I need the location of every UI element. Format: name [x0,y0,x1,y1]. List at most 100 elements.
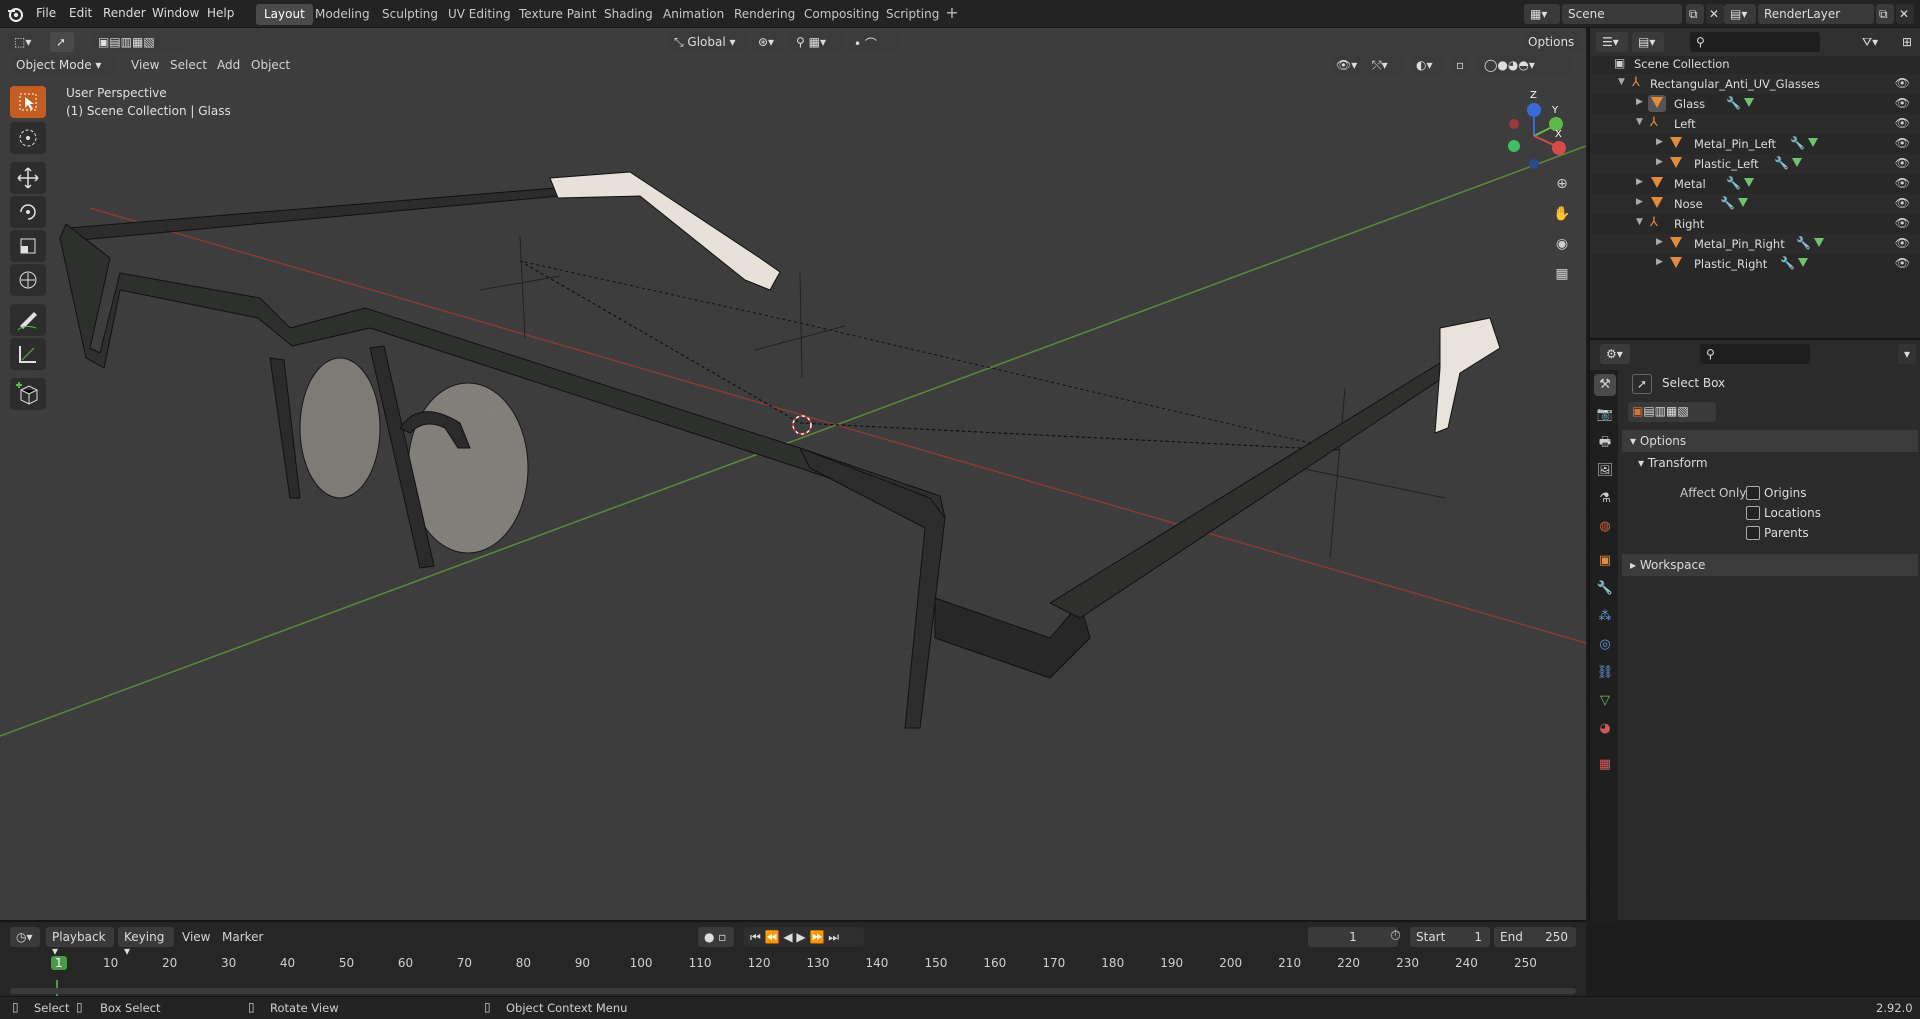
expand-arrow-icon[interactable]: ▶ [1656,237,1663,247]
output-tab-icon[interactable]: 🖶 [1594,432,1616,454]
overlay-toggle-icon[interactable]: ◐▾ [1410,55,1446,75]
visibility-eye-icon[interactable]: 👁 [1895,76,1910,90]
expand-arrow-icon[interactable]: ▶ [1636,97,1643,107]
options-panel-header[interactable]: ▾ Options [1622,430,1918,452]
menu-view[interactable]: View [131,58,159,72]
visibility-eye-icon[interactable]: 👁 [1895,236,1910,250]
tab-compositing[interactable]: Compositing [796,4,887,25]
visibility-eye-icon[interactable]: 👁 [1895,256,1910,270]
tab-texture-paint[interactable]: Texture Paint [511,4,604,25]
menu-help[interactable]: Help [207,6,234,20]
mesh-data-icon[interactable] [1744,98,1754,107]
outliner-row-right[interactable]: ▼ ⅄ Right 👁 [1590,214,1920,234]
modifier-wrench-icon[interactable]: 🔧 [1726,96,1741,110]
modifier-wrench-icon[interactable]: 🔧 [1726,176,1741,190]
object-mode-select[interactable]: Object Mode ▾ [10,55,118,75]
tool-scale[interactable] [10,230,46,262]
expand-arrow-icon[interactable]: ▶ [1636,197,1643,207]
mesh-data-icon[interactable] [1814,238,1824,247]
expand-arrow-icon[interactable]: ▶ [1656,137,1663,147]
tab-animation[interactable]: Animation [655,4,732,25]
shading-mode-icons[interactable]: ◯●◕◓▾ [1478,55,1570,75]
display-mode-icon[interactable]: ▤▾ [1632,32,1664,52]
outliner-row-plastic-right[interactable]: ▶ Plastic_Right 🔧 👁 [1590,254,1920,274]
tab-uv-editing[interactable]: UV Editing [440,4,519,25]
scene-copy-icon[interactable]: ⧉ [1686,4,1704,24]
transform-subpanel-header[interactable]: ▾ Transform [1638,456,1708,470]
origins-checkbox[interactable] [1746,486,1760,500]
visibility-eye-icon[interactable]: 👁 [1895,196,1910,210]
physics-tab-icon[interactable]: ◎ [1594,634,1616,656]
editor-type-icon[interactable]: ⬚▾ [8,32,40,52]
tool-cursor[interactable] [10,122,46,154]
menu-object[interactable]: Object [251,58,290,72]
timeline-scrollbar[interactable] [10,988,1576,994]
renderlayer-browse-icon[interactable]: ▤▾ [1724,4,1756,24]
3d-viewport[interactable]: Z Y X User Perspective (1) Scene Collect… [0,28,1586,920]
expand-arrow-icon[interactable]: ▶ [1656,157,1663,167]
tool-select-box[interactable] [10,86,46,118]
tab-rendering[interactable]: Rendering [726,4,803,25]
tab-modeling[interactable]: Modeling [307,4,378,25]
menu-file[interactable]: File [36,6,56,20]
select-tool-icon[interactable]: ➚ [50,32,74,52]
modifier-wrench-icon[interactable]: 🔧 [1796,236,1811,250]
filter-icon[interactable]: ⛛▾ [1856,32,1892,52]
mesh-data-icon[interactable] [1744,178,1754,187]
tool-mode-icons[interactable]: ▣▤▥▦▧ [1628,402,1716,422]
selection-mode-icons[interactable]: ▣▤▥▦▧ [92,32,184,52]
camera-view-icon[interactable]: ◉ [1550,232,1574,256]
options-dropdown[interactable]: Options [1522,32,1582,52]
outliner-row-nose[interactable]: ▶ Nose 🔧 👁 [1590,194,1920,214]
menu-render[interactable]: Render [103,6,146,20]
texture-tab-icon[interactable]: ▦ [1594,754,1616,776]
gizmo-toggle-icon[interactable]: ⤲▾ [1366,55,1406,75]
renderlayer-close-icon[interactable]: ✕ [1896,4,1914,24]
object-tab-icon[interactable]: ▣ [1594,550,1616,572]
collapse-arrow-icon[interactable]: ▼ [1636,117,1643,127]
visibility-eye-icon[interactable]: 👁 [1895,96,1910,110]
visibility-eye-icon[interactable]: 👁 [1895,156,1910,170]
mesh-data-icon[interactable] [1738,198,1748,207]
scene-browse-icon[interactable]: ▦▾ [1524,4,1560,24]
properties-editor-icon[interactable]: ⚙▾ [1600,344,1630,364]
constraints-tab-icon[interactable]: ⛓ [1594,662,1616,684]
modifier-wrench-icon[interactable]: 🔧 [1720,196,1735,210]
outliner-row-metal-pin-left[interactable]: ▶ Metal_Pin_Left 🔧 👁 [1590,134,1920,154]
workspace-panel-header[interactable]: ▸ Workspace [1622,554,1918,576]
menu-add[interactable]: Add [217,58,240,72]
tool-transform[interactable] [10,264,46,296]
gizmo-x-label[interactable]: X [1555,129,1562,140]
world-tab-icon[interactable]: ◍ [1594,516,1616,538]
visibility-eye-icon[interactable]: 👁 [1895,216,1910,230]
tab-shading[interactable]: Shading [596,4,661,25]
tab-layout[interactable]: Layout [256,4,313,25]
tool-annotate[interactable] [10,304,46,336]
proportional-edit-icon[interactable]: • ⌒ [848,32,898,52]
add-workspace-button[interactable]: + [942,4,962,24]
modifier-tab-icon[interactable]: 🔧 [1594,578,1616,600]
mesh-data-icon[interactable] [1792,158,1802,167]
parents-checkbox[interactable] [1746,526,1760,540]
menu-select[interactable]: Select [170,58,207,72]
material-tab-icon[interactable]: ◕ [1594,718,1616,740]
zoom-icon[interactable]: ⊕ [1550,172,1574,196]
modifier-wrench-icon[interactable]: 🔧 [1780,256,1795,270]
tool-tab-icon[interactable]: ⚒ [1594,374,1616,396]
pan-hand-icon[interactable]: ✋ [1550,202,1574,226]
outliner-row-glasses[interactable]: ▼ ⅄ Rectangular_Anti_UV_Glasses 👁 [1590,74,1920,94]
menu-window[interactable]: Window [152,6,199,20]
gizmo-z-label[interactable]: Z [1530,90,1537,101]
frame-ruler[interactable]: 1 10 20 30 40 50 60 70 80 90 100 110 120 130 140 150 160… [0,922,1586,998]
expand-arrow-icon[interactable]: ▶ [1656,257,1663,267]
visibility-eye-icon[interactable]: 👁 [1895,176,1910,190]
expand-arrow-icon[interactable]: ▶ [1636,177,1643,187]
outliner-row-metal-pin-right[interactable]: ▶ Metal_Pin_Right 🔧 👁 [1590,234,1920,254]
render-tab-icon[interactable]: 📷 [1594,404,1616,426]
outliner-row-plastic-left[interactable]: ▶ Plastic_Left 🔧 👁 [1590,154,1920,174]
collapse-arrow-icon[interactable]: ▼ [1618,77,1625,87]
visibility-eye-icon[interactable]: 👁 [1895,136,1910,150]
tool-move[interactable] [10,162,46,194]
modifier-wrench-icon[interactable]: 🔧 [1774,156,1789,170]
outliner-row-left[interactable]: ▼ ⅄ Left 👁 [1590,114,1920,134]
